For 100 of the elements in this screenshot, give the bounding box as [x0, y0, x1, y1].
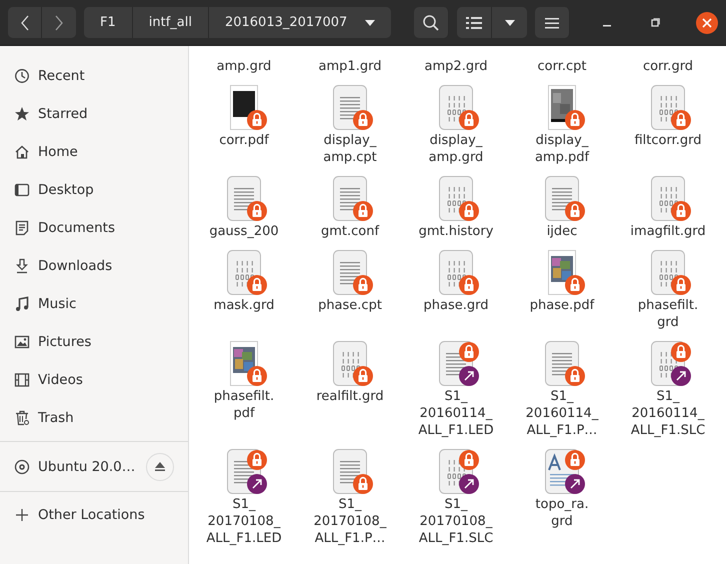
file-name: display_ amp.grd	[428, 132, 484, 166]
search-button[interactable]	[414, 7, 449, 38]
file-item[interactable]: S1_ 20160114_ ALL_F1.SLC	[615, 340, 721, 448]
desktop-icon	[14, 182, 30, 198]
trash-icon	[14, 410, 30, 426]
file-item[interactable]: phasefilt. grd	[615, 249, 721, 340]
file-name: phase.cpt	[318, 297, 382, 314]
file-item[interactable]: gauss_200	[191, 175, 297, 249]
file-name: filtcorr.grd	[634, 132, 702, 149]
disc-icon	[14, 458, 30, 474]
file-name: S1_ 20160114_ ALL_F1.LED	[418, 388, 494, 439]
file-name: corr.grd	[642, 58, 694, 75]
star-icon	[14, 106, 30, 122]
file-item[interactable]: display_ amp.cpt	[297, 84, 403, 175]
file-item[interactable]: S1_ 20160114_ ALL_F1.P…	[509, 340, 615, 448]
file-item[interactable]: corr.pdf	[191, 84, 297, 175]
file-name: phase.grd	[424, 297, 488, 314]
file-name: realfilt.grd	[316, 388, 384, 405]
file-item[interactable]: realfilt.grd	[297, 340, 403, 448]
close-button[interactable]	[696, 12, 718, 34]
file-name: amp1.grd	[318, 58, 382, 75]
file-name: mask.grd	[214, 297, 274, 314]
file-item[interactable]: phase.grd	[403, 249, 509, 340]
sidebar-item[interactable]: Desktop	[0, 171, 188, 209]
list-icon	[466, 16, 482, 30]
file-name: amp.grd	[216, 58, 272, 75]
file-name: corr.pdf	[219, 132, 269, 149]
file-item[interactable]: imagfilt.grd	[615, 175, 721, 249]
file-item[interactable]: corr.cpt	[509, 58, 615, 84]
file-item[interactable]: display_ amp.pdf	[509, 84, 615, 175]
sidebar-item[interactable]: Starred	[0, 95, 188, 133]
chevron-right-icon	[54, 14, 64, 30]
file-name: display_ amp.pdf	[534, 132, 590, 166]
file-item[interactable]: display_ amp.grd	[403, 84, 509, 175]
plus-icon	[14, 507, 30, 523]
menu-icon	[545, 16, 559, 28]
file-name: phasefilt. grd	[638, 297, 698, 331]
maximize-icon	[650, 18, 660, 28]
file-name: S1_ 20160114_ ALL_F1.P…	[526, 388, 598, 439]
sidebar-item[interactable]: Home	[0, 133, 188, 171]
film-icon	[14, 372, 30, 388]
list-view-button[interactable]	[457, 7, 492, 38]
file-item[interactable]: amp.grd	[191, 58, 297, 84]
file-name: gmt.history	[418, 223, 494, 240]
file-name: S1_ 20170108_ ALL_F1.SLC	[418, 496, 494, 547]
sidebar-item[interactable]: Videos	[0, 361, 188, 399]
close-icon	[702, 18, 712, 28]
home-icon	[14, 144, 30, 160]
file-name: phase.pdf	[530, 297, 594, 314]
music-note-icon	[14, 296, 30, 312]
file-name: gauss_200	[209, 223, 279, 240]
sidebar-item[interactable]: Other Locations	[0, 496, 188, 534]
document-icon	[14, 220, 30, 236]
file-name: topo_ra. grd	[535, 496, 589, 530]
sidebar-item[interactable]: Downloads	[0, 247, 188, 285]
path-segment[interactable]: F1	[84, 7, 133, 38]
download-icon	[14, 258, 30, 274]
sidebar-item[interactable]: Pictures	[0, 323, 188, 361]
search-icon	[422, 14, 440, 32]
file-name: display_ amp.cpt	[323, 132, 377, 166]
file-item[interactable]: filtcorr.grd	[615, 84, 721, 175]
file-name: corr.cpt	[538, 58, 586, 75]
file-item[interactable]: S1_ 20170108_ ALL_F1.LED	[191, 448, 297, 556]
file-name: S1_ 20160114_ ALL_F1.SLC	[630, 388, 706, 439]
file-name: S1_ 20170108_ ALL_F1.P…	[314, 496, 386, 547]
caret-icon	[365, 20, 376, 26]
sidebar-item[interactable]: Recent	[0, 57, 188, 95]
file-name: phasefilt. pdf	[214, 388, 274, 422]
back-button[interactable]	[8, 7, 42, 38]
clock-icon	[14, 68, 30, 84]
file-item[interactable]: gmt.history	[403, 175, 509, 249]
file-item[interactable]: S1_ 20170108_ ALL_F1.SLC	[403, 448, 509, 556]
file-name: ijdec	[546, 223, 578, 240]
file-name: amp2.grd	[424, 58, 488, 75]
file-item[interactable]: ijdec	[509, 175, 615, 249]
file-name: imagfilt.grd	[630, 223, 706, 240]
file-item[interactable]: amp1.grd	[297, 58, 403, 84]
file-item[interactable]: S1_ 20170108_ ALL_F1.P…	[297, 448, 403, 556]
file-name: gmt.conf	[320, 223, 380, 240]
file-item[interactable]: phasefilt. pdf	[191, 340, 297, 448]
file-item[interactable]: corr.grd	[615, 58, 721, 84]
chevron-left-icon	[20, 14, 30, 30]
caret-icon	[504, 20, 514, 26]
menu-button[interactable]	[535, 7, 570, 38]
file-item[interactable]: gmt.conf	[297, 175, 403, 249]
eject-icon	[155, 462, 165, 471]
file-name: S1_ 20170108_ ALL_F1.LED	[206, 496, 282, 547]
sidebar-item[interactable]: Music	[0, 285, 188, 323]
file-item[interactable]: topo_ra. grd	[509, 448, 615, 556]
file-item[interactable]: phase.cpt	[297, 249, 403, 340]
minimize-icon	[603, 25, 611, 27]
file-item[interactable]: amp2.grd	[403, 58, 509, 84]
file-item[interactable]: mask.grd	[191, 249, 297, 340]
sidebar-item[interactable]: Trash	[0, 399, 188, 437]
sidebar-item[interactable]: Documents	[0, 209, 188, 247]
image-icon	[14, 334, 30, 350]
eject-button[interactable]	[146, 452, 174, 480]
sidebar-item[interactable]: Ubuntu 20.0…	[14, 458, 136, 474]
file-item[interactable]: S1_ 20160114_ ALL_F1.LED	[403, 340, 509, 448]
file-item[interactable]: phase.pdf	[509, 249, 615, 340]
